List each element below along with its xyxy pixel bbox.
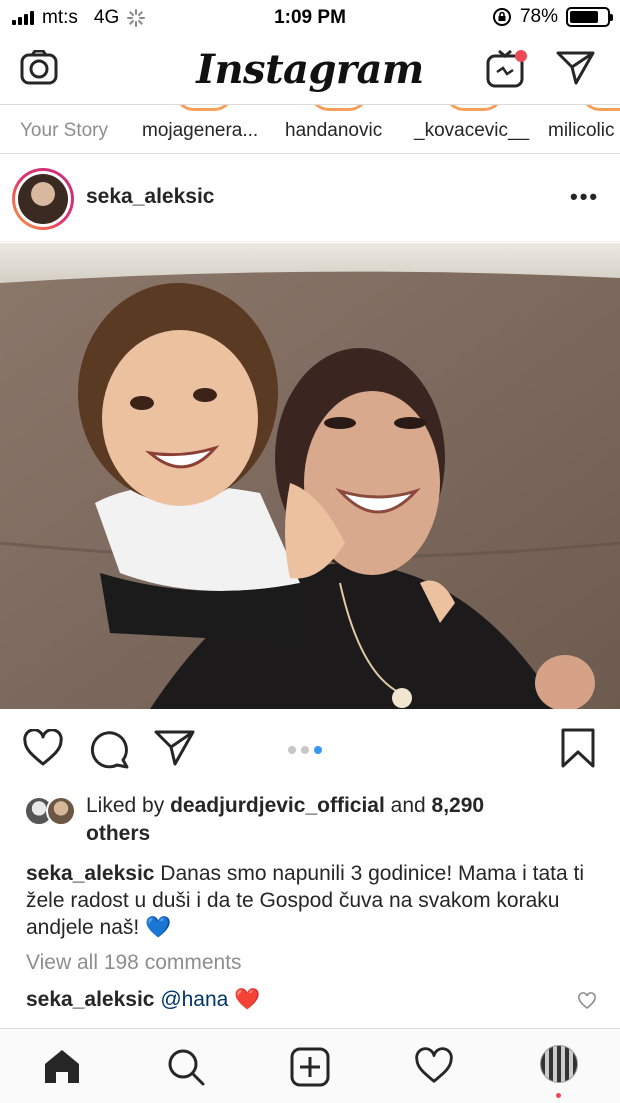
- liked-by-and: and: [384, 794, 432, 817]
- liked-by-suffix[interactable]: others: [86, 822, 150, 845]
- post-actions: [0, 709, 620, 789]
- carousel-indicator: [288, 746, 322, 754]
- battery-percent: 78%: [519, 6, 558, 27]
- bottom-tab-bar: [0, 1028, 620, 1103]
- profile-avatar[interactable]: [540, 1045, 578, 1083]
- liked-by-user[interactable]: deadjurdjevic_official: [170, 794, 385, 817]
- battery-icon: [566, 7, 613, 27]
- comment-emoji: ❤️: [234, 988, 261, 1011]
- bookmark-icon[interactable]: [560, 727, 596, 769]
- carousel-dot: [288, 746, 296, 754]
- liked-by-count[interactable]: 8,290: [432, 794, 485, 817]
- post-author-avatar[interactable]: [12, 168, 74, 230]
- status-right: 78%: [492, 6, 613, 28]
- comment-like-icon[interactable]: [577, 992, 597, 1010]
- comment-icon[interactable]: [88, 729, 130, 769]
- notification-dot: [556, 1093, 561, 1098]
- view-all-comments-link[interactable]: View all 198 comments: [26, 951, 242, 975]
- orientation-lock-icon: [492, 8, 511, 26]
- story-ring: [580, 105, 620, 111]
- activity-heart-icon[interactable]: [414, 1047, 454, 1085]
- story-item-your-story[interactable]: Your Story: [20, 120, 108, 142]
- carousel-dot: [301, 746, 309, 754]
- search-icon[interactable]: [166, 1047, 206, 1087]
- comment-username[interactable]: seka_aleksic: [26, 988, 154, 1011]
- story-ring: [444, 105, 504, 111]
- story-ring: [174, 105, 234, 111]
- profile-tab[interactable]: [540, 1045, 578, 1101]
- story-item[interactable]: mojagenera...: [142, 120, 258, 142]
- post-photo-image: [0, 243, 620, 709]
- liked-by-text[interactable]: Liked by deadjurdjevic_official and 8,29…: [86, 792, 586, 848]
- app-header: Instagram: [0, 36, 620, 104]
- home-icon[interactable]: [42, 1047, 82, 1085]
- liker-avatar[interactable]: [46, 796, 76, 826]
- liked-by-prefix: Liked by: [86, 794, 171, 817]
- more-options-icon[interactable]: •••: [570, 184, 599, 210]
- stories-tray[interactable]: Your Story mojagenera... handanovic _kov…: [0, 104, 620, 154]
- story-ring: [309, 105, 369, 111]
- story-item[interactable]: handanovic: [285, 120, 382, 142]
- post-author-username[interactable]: seka_aleksic: [86, 185, 214, 209]
- carousel-dot: [314, 746, 322, 754]
- comment-mention[interactable]: @hana: [160, 988, 228, 1011]
- direct-send-icon[interactable]: [556, 50, 596, 86]
- like-heart-icon[interactable]: [22, 729, 64, 767]
- story-item[interactable]: _kovacevic__: [414, 120, 529, 142]
- post-photo[interactable]: [0, 243, 620, 709]
- status-bar: mt:s 4G 1:09 PM 78%: [0, 0, 620, 36]
- post-header: seka_aleksic •••: [0, 154, 620, 242]
- post-caption: seka_aleksic Danas smo napunili 3 godini…: [26, 860, 596, 941]
- story-item[interactable]: milicolic: [548, 120, 615, 142]
- caption-username[interactable]: seka_aleksic: [26, 862, 154, 885]
- igtv-icon[interactable]: [486, 48, 530, 90]
- new-post-icon[interactable]: [290, 1047, 330, 1087]
- share-icon[interactable]: [154, 729, 196, 767]
- comment-row: seka_aleksic @hana ❤️: [26, 988, 260, 1012]
